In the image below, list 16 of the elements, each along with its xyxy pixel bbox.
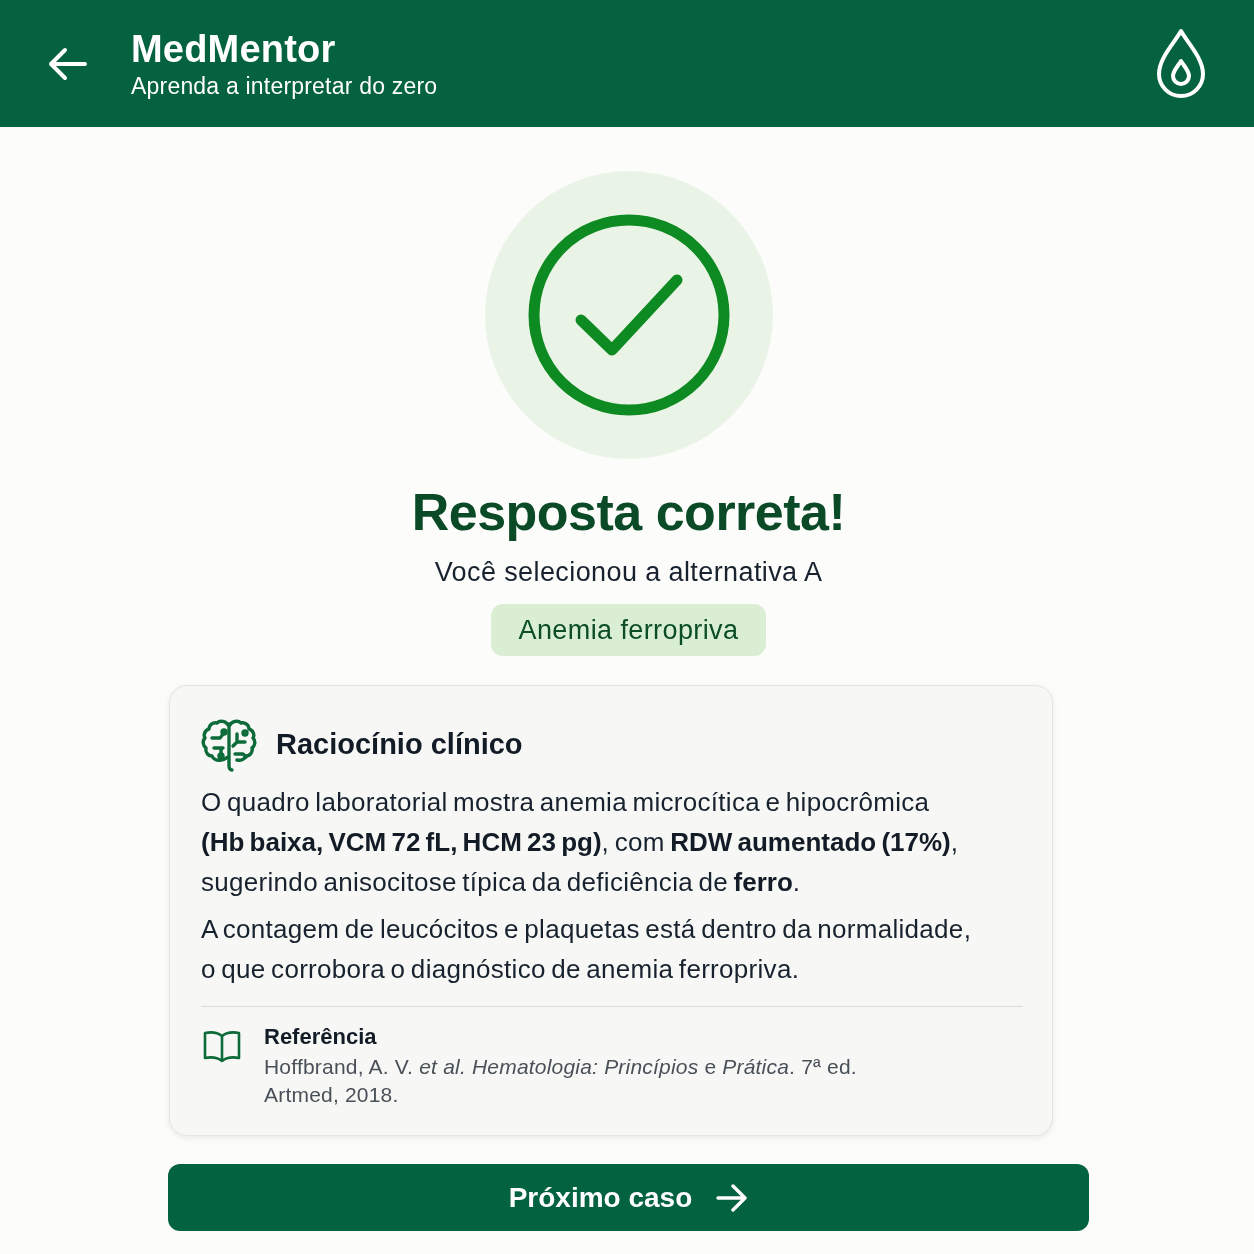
app-subtitle: Aprenda a interpretar do zero [131,72,439,100]
book-icon [203,1029,241,1063]
check-circle-icon [483,170,774,460]
back-arrow-icon[interactable] [47,46,87,81]
next-case-button[interactable]: Próximo caso [168,1164,1089,1231]
arrow-right-icon [716,1183,749,1212]
app-title: MedMentor [131,27,337,71]
reference-title: Referência [264,1023,378,1051]
result-title: Resposta correta! [410,482,847,542]
card-title: Raciocínio clínico [276,726,523,762]
explanation-text: O quadro laboratorial mostra anemia microcítica e hipocrômica (Hb baixa, VCM 72 fL, HCM 23 pg), com RDW aumentado (17%), sugerindo anisocitose típica da deficiência de ferro. [201,786,960,899]
answer-tag: Anemia ferropriva [490,604,767,656]
reference-citation: Hoffbrand, A. V. et al. Hematologia: Princípios e Prática. 7ª ed. Artmed, 2018. [264,1054,858,1108]
result-message: Você selecionou a alternativa A [433,556,824,588]
drop-icon [1155,27,1207,100]
explanation-text: A contagem de leucócitos e plaquetas está dentro da normalidade, o que corrobora o diagnóstico de anemia ferropriva. [201,913,973,986]
